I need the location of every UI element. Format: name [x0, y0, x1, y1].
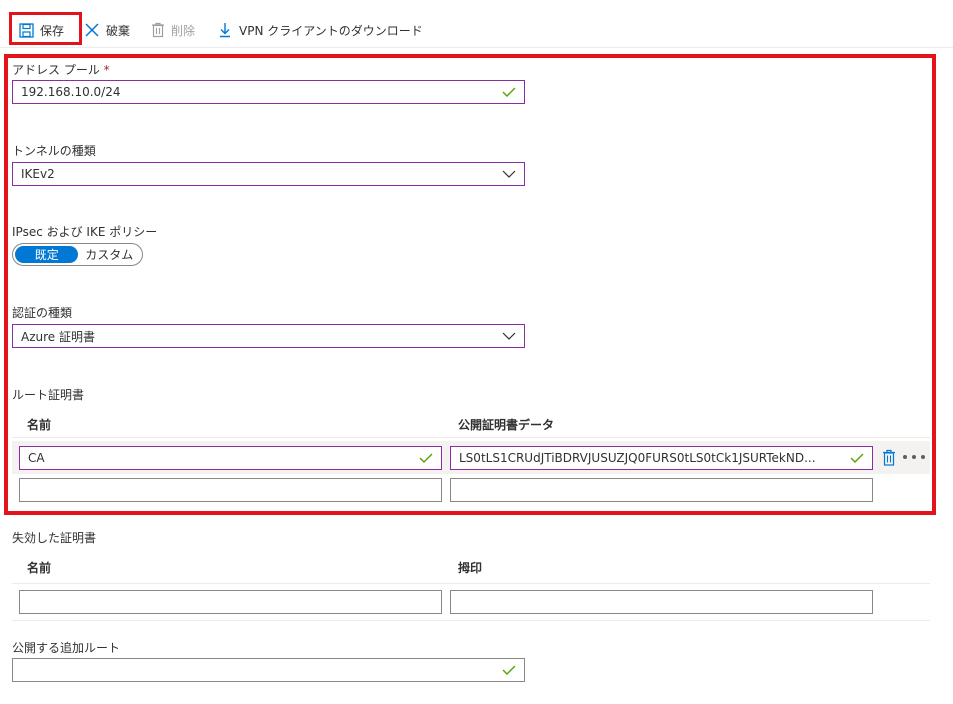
chevron-down-icon	[502, 170, 516, 178]
root-cert-data-input-empty[interactable]	[450, 478, 873, 502]
required-mark: *	[103, 63, 110, 77]
additional-routes-input[interactable]	[12, 658, 525, 682]
auth-type-label: 認証の種類	[12, 306, 73, 320]
tunnel-type-dropdown[interactable]: IKEv2	[12, 162, 525, 186]
additional-routes-label: 公開する追加ルート	[12, 641, 121, 655]
ipsec-policy-default-option[interactable]: 既定	[15, 246, 79, 263]
command-bar: 保存 破棄 削除 VPN クライアントのダウンロード	[0, 0, 953, 48]
root-cert-data-value: LS0tLS1CRUdJTiBDRVJUSUZJQ0FURS0tLS0tCk1J…	[459, 451, 816, 465]
delete-row-icon[interactable]	[882, 449, 896, 466]
save-highlight-frame	[9, 12, 82, 45]
download-icon	[217, 22, 233, 38]
auth-type-dropdown[interactable]: Azure 証明書	[12, 324, 525, 348]
address-pool-label: アドレス プール *	[12, 63, 110, 77]
revoked-certs-thumbprint-header: 拇印	[458, 561, 483, 575]
ipsec-policy-toggle[interactable]: 既定 カスタム	[12, 243, 143, 266]
table-divider	[12, 437, 930, 438]
address-pool-input[interactable]: 192.168.10.0/24	[12, 80, 525, 104]
auth-type-value: Azure 証明書	[21, 329, 95, 344]
revoked-cert-thumbprint-input[interactable]	[450, 590, 873, 614]
ipsec-policy-custom-option[interactable]: カスタム	[78, 246, 140, 263]
check-icon	[502, 87, 516, 97]
delete-label: 削除	[171, 23, 196, 38]
revoked-certs-name-header: 名前	[27, 561, 52, 575]
more-options-icon[interactable]	[903, 449, 925, 465]
discard-label: 破棄	[106, 23, 131, 38]
root-cert-name-input-empty[interactable]	[19, 478, 442, 502]
table-divider	[12, 620, 930, 621]
ipsec-policy-label: IPsec および IKE ポリシー	[12, 225, 158, 239]
table-divider	[12, 583, 930, 584]
root-certs-label: ルート証明書	[12, 388, 85, 402]
revoked-cert-name-input[interactable]	[19, 590, 442, 614]
delete-button[interactable]: 削除	[151, 18, 195, 42]
chevron-down-icon	[502, 332, 516, 340]
check-icon	[502, 665, 516, 675]
tunnel-type-value: IKEv2	[21, 167, 55, 181]
root-cert-name-value: CA	[28, 451, 45, 465]
address-pool-value: 192.168.10.0/24	[21, 85, 121, 99]
discard-button[interactable]: 破棄	[84, 18, 130, 42]
root-certs-data-header: 公開証明書データ	[458, 418, 555, 432]
close-icon	[84, 22, 100, 38]
root-cert-name-input[interactable]: CA	[19, 446, 442, 470]
vpn-client-download-button[interactable]: VPN クライアントのダウンロード	[217, 18, 423, 42]
root-cert-data-input[interactable]: LS0tLS1CRUdJTiBDRVJUSUZJQ0FURS0tLS0tCk1J…	[450, 446, 873, 470]
tunnel-type-label: トンネルの種類	[12, 144, 96, 158]
root-certs-name-header: 名前	[27, 418, 52, 432]
check-icon	[419, 453, 433, 463]
check-icon	[850, 453, 864, 463]
revoked-certs-label: 失効した証明書	[12, 531, 97, 545]
download-label: VPN クライアントのダウンロード	[239, 23, 423, 38]
delete-icon	[151, 22, 165, 38]
